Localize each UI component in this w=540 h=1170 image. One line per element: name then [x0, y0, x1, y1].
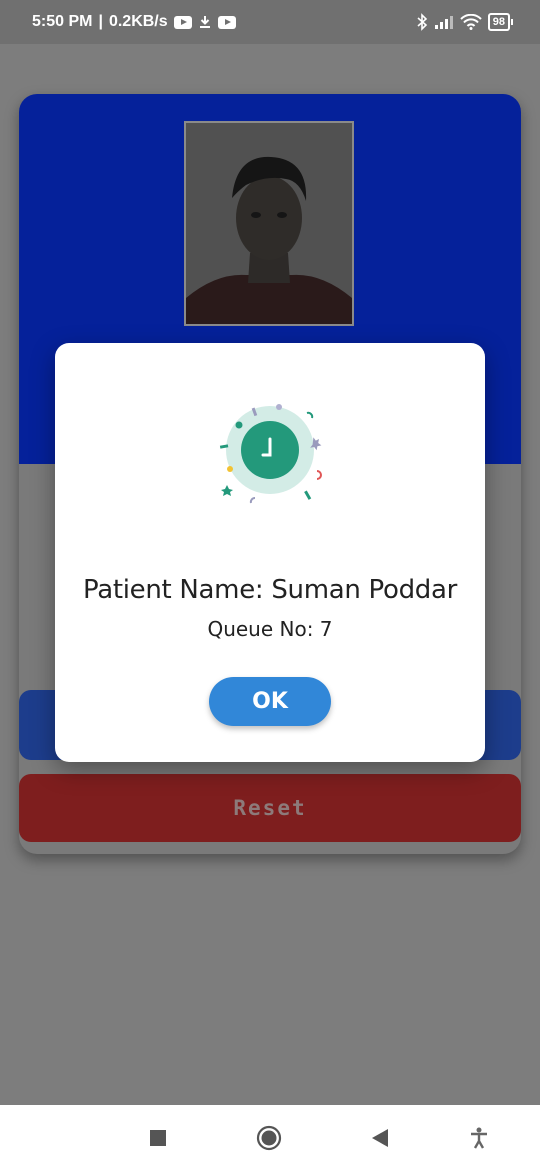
status-bar: 5:50 PM | 0.2KB/s 98 — [0, 0, 540, 44]
status-left: 5:50 PM | 0.2KB/s — [32, 13, 236, 31]
status-right: 98 — [416, 13, 514, 31]
reset-button[interactable]: Reset — [19, 774, 521, 842]
accessibility-icon[interactable] — [466, 1125, 492, 1151]
download-icon — [198, 15, 212, 29]
wifi-icon — [460, 14, 482, 30]
youtube-icon — [217, 15, 236, 29]
bluetooth-icon — [416, 13, 428, 31]
back-triangle-icon[interactable] — [367, 1125, 393, 1151]
home-circle-icon[interactable] — [256, 1125, 282, 1151]
battery-icon: 98 — [487, 13, 514, 31]
navigation-bar — [0, 1105, 540, 1170]
ok-button[interactable]: OK — [209, 677, 331, 726]
battery-level: 98 — [492, 15, 505, 28]
patient-photo — [184, 121, 354, 326]
recents-square-icon[interactable] — [145, 1125, 171, 1151]
status-separator: | — [98, 13, 103, 30]
status-network-speed: 0.2KB/s — [108, 13, 168, 30]
queue-dialog: Patient Name: Suman Poddar Queue No: 7 O… — [55, 343, 485, 762]
youtube-icon — [173, 15, 192, 29]
signal-icon — [434, 15, 454, 29]
patient-name-text: Patient Name: Suman Poddar — [83, 575, 457, 605]
clock-success-icon — [215, 395, 325, 505]
status-time: 5:50 PM — [32, 13, 93, 30]
queue-number-text: Queue No: 7 — [207, 617, 333, 641]
